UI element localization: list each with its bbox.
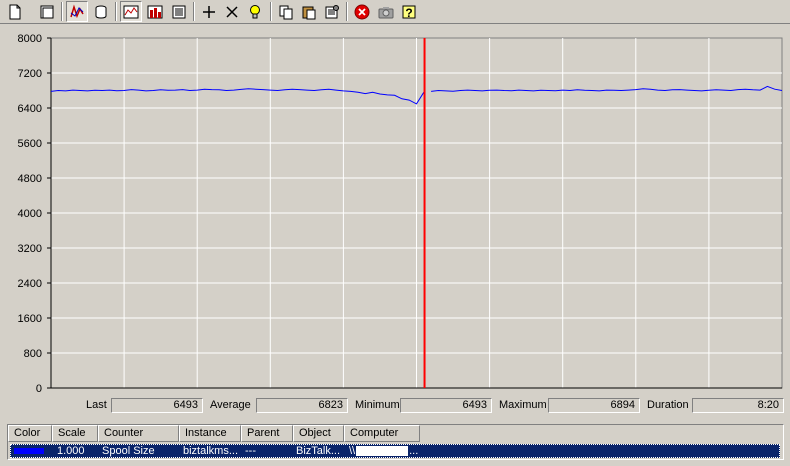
performance-graph: 8000720064005600480040003200240016008000 <box>18 33 783 394</box>
view-histogram-button[interactable] <box>144 1 166 22</box>
maximum-value: 6894 <box>548 398 640 413</box>
delete-counter-icon <box>226 5 238 18</box>
counter-scale: 1.000 <box>57 445 85 457</box>
counter-legend: Color Scale Counter Instance Parent Obje… <box>7 424 784 460</box>
column-header-parent[interactable]: Parent <box>241 425 293 442</box>
help-button[interactable]: ? <box>398 1 420 22</box>
counter-color-swatch <box>14 448 44 454</box>
column-header-scale[interactable]: Scale <box>52 425 98 442</box>
freeze-display-icon <box>354 4 370 19</box>
help-icon: ? <box>402 5 416 20</box>
paste-counter-list-button[interactable] <box>298 1 320 22</box>
column-header-computer[interactable]: Computer <box>344 425 420 442</box>
y-tick-label: 800 <box>24 348 42 360</box>
counter-row[interactable]: 1.000 Spool Size biztalkms... --- BizTal… <box>10 444 780 458</box>
last-label: Last <box>86 399 107 411</box>
last-value: 6493 <box>111 398 203 413</box>
add-counter-icon <box>203 5 215 18</box>
view-graph-icon <box>123 5 139 18</box>
copy-properties-button[interactable] <box>275 1 297 22</box>
update-data-button[interactable] <box>375 1 397 22</box>
counter-parent: --- <box>245 445 256 457</box>
copy-properties-icon <box>279 5 293 19</box>
toolbar: ? <box>0 0 790 24</box>
legend-header: Color Scale Counter Instance Parent Obje… <box>8 425 783 442</box>
new-counter-set-button[interactable] <box>4 1 26 22</box>
average-value: 6823 <box>256 398 348 413</box>
duration-value: 8:20 <box>692 398 784 413</box>
y-tick-label: 5600 <box>18 138 42 150</box>
y-tick-label: 0 <box>36 383 42 394</box>
counter-instance: biztalkms... <box>183 445 239 457</box>
freeze-display-button[interactable] <box>351 1 373 22</box>
minimum-value: 6493 <box>400 398 492 413</box>
y-tick-label: 2400 <box>18 278 42 290</box>
redacted-computer-name <box>356 446 409 457</box>
clear-display-button[interactable] <box>36 1 58 22</box>
view-current-activity-button[interactable] <box>66 1 88 22</box>
update-data-icon <box>378 6 394 18</box>
average-label: Average <box>210 399 251 411</box>
view-report-icon <box>172 5 186 18</box>
y-tick-label: 7200 <box>18 68 42 80</box>
properties-icon <box>325 4 339 18</box>
view-histogram-icon <box>147 5 163 18</box>
minimum-label: Minimum <box>355 399 400 411</box>
counter-computer: \\... <box>349 445 418 457</box>
y-tick-label: 1600 <box>18 313 42 325</box>
view-report-button[interactable] <box>168 1 190 22</box>
view-log-data-icon <box>95 5 107 19</box>
y-tick-label: 4800 <box>18 173 42 185</box>
add-counter-button[interactable] <box>198 1 220 22</box>
svg-text:?: ? <box>405 6 412 20</box>
view-current-activity-icon <box>70 4 84 18</box>
highlight-icon <box>250 4 260 18</box>
clear-display-icon <box>40 5 54 18</box>
y-tick-label: 4000 <box>18 208 42 220</box>
y-tick-label: 6400 <box>18 103 42 115</box>
highlight-button[interactable] <box>244 1 266 22</box>
view-log-data-button[interactable] <box>90 1 112 22</box>
paste-counter-list-icon <box>302 6 316 19</box>
y-tick-label: 8000 <box>18 33 42 45</box>
column-header-color[interactable]: Color <box>8 425 52 442</box>
computer-suffix: ... <box>409 445 419 457</box>
y-tick-label: 3200 <box>18 243 42 255</box>
column-header-object[interactable]: Object <box>293 425 344 442</box>
column-header-instance[interactable]: Instance <box>179 425 241 442</box>
maximum-label: Maximum <box>499 399 547 411</box>
value-bar: Last 6493 Average 6823 Minimum 6493 Maxi… <box>0 396 790 416</box>
duration-label: Duration <box>647 399 689 411</box>
properties-button[interactable] <box>321 1 343 22</box>
column-header-counter[interactable]: Counter <box>98 425 179 442</box>
counter-object: BizTalk... <box>296 445 341 457</box>
graph-panel: 8000 7200 6400 5600 4800 4000 3200 2400 1600 800 0 <box>0 26 790 419</box>
computer-prefix: \\ <box>349 445 356 457</box>
view-graph-button[interactable] <box>120 1 142 22</box>
counter-name: Spool Size <box>102 445 155 457</box>
new-counter-set-icon <box>9 4 21 19</box>
delete-counter-button[interactable] <box>221 1 243 22</box>
